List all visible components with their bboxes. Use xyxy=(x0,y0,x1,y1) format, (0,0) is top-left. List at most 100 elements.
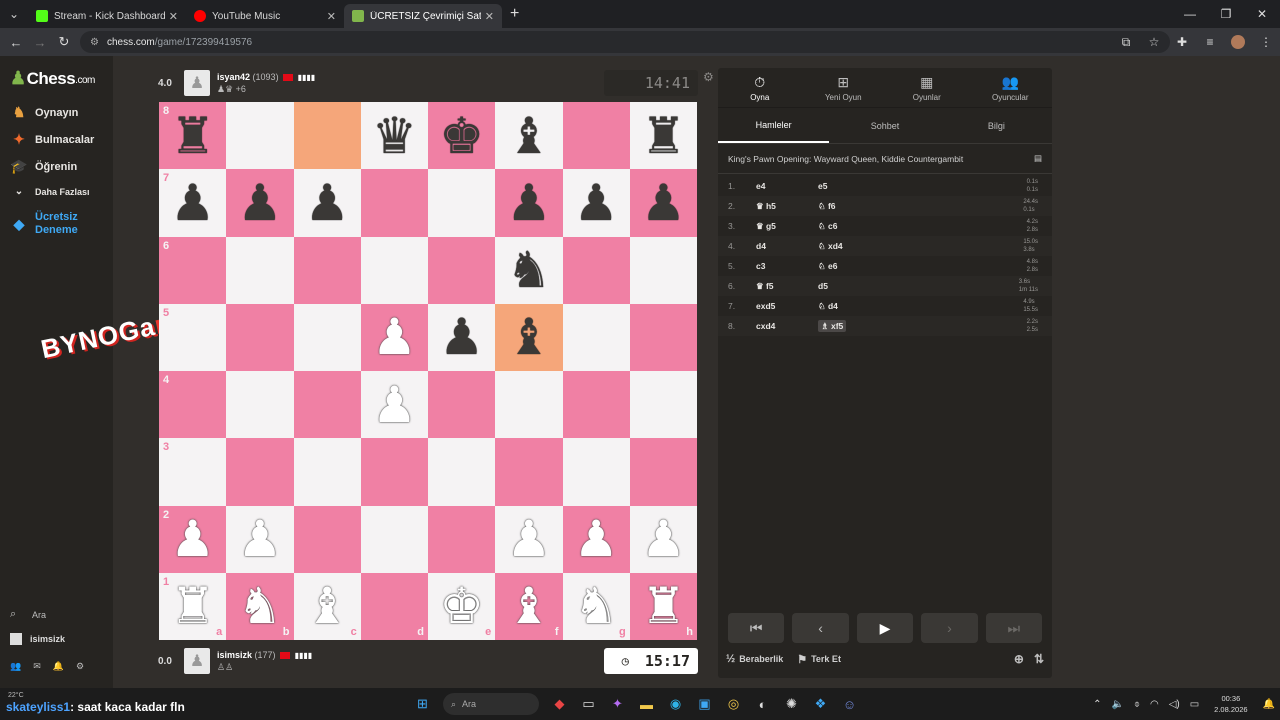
square-a2[interactable]: 2 ♟ xyxy=(159,505,227,573)
messages-icon[interactable]: ✉ xyxy=(33,661,41,672)
square-g6[interactable] xyxy=(562,236,630,304)
tab-new-game[interactable]: ⊞ Yeni Oyun xyxy=(802,68,886,107)
square-f3[interactable] xyxy=(495,438,563,506)
top-player-avatar[interactable]: ♟ xyxy=(184,70,210,96)
subtab-moves[interactable]: Hamleler xyxy=(718,108,830,143)
black-move[interactable]: ♘ d4 xyxy=(818,301,880,312)
subtab-info[interactable]: Bilgi xyxy=(941,108,1052,143)
minimize-icon[interactable]: — xyxy=(1172,0,1208,28)
black-pawn-icon[interactable]: ♟ xyxy=(305,178,350,228)
weather-widget[interactable]: 22°C xyxy=(8,692,24,699)
square-f5[interactable]: ♝ xyxy=(495,303,563,371)
media-controls-icon[interactable]: ≡ xyxy=(1196,35,1224,49)
square-b3[interactable] xyxy=(226,438,294,506)
sidebar-profile[interactable]: isimsizk xyxy=(10,633,65,645)
black-pawn-icon[interactable]: ♟ xyxy=(641,178,686,228)
file-explorer-icon[interactable]: ▬ xyxy=(632,688,661,720)
square-g5[interactable] xyxy=(562,303,630,371)
square-f2[interactable]: ♟ xyxy=(495,505,563,573)
tab-players[interactable]: 👥 Oyuncular xyxy=(969,68,1053,107)
white-pawn-icon[interactable]: ♟ xyxy=(506,514,551,564)
square-d3[interactable] xyxy=(360,438,428,506)
white-pawn-icon[interactable]: ♟ xyxy=(170,514,215,564)
resign-button[interactable]: ⚑ Terk Et xyxy=(797,653,841,666)
square-a1[interactable]: 1 a ♜ xyxy=(159,572,227,640)
flip-board-icon[interactable]: ⇅ xyxy=(1034,652,1044,666)
sidebar-item-more[interactable]: ⌄ Daha Fazlası xyxy=(10,186,90,197)
browser-menu-icon[interactable]: ⋮ xyxy=(1252,35,1280,49)
bottom-player-avatar[interactable]: ♟ xyxy=(184,648,210,674)
square-h7[interactable]: ♟ xyxy=(629,169,697,237)
wifi-icon[interactable]: ◠ xyxy=(1150,699,1159,710)
square-g2[interactable]: ♟ xyxy=(562,505,630,573)
square-d5[interactable]: ♟ xyxy=(360,303,428,371)
square-f8[interactable]: ♝ xyxy=(495,102,563,170)
square-a6[interactable]: 6 xyxy=(159,236,227,304)
square-g3[interactable] xyxy=(562,438,630,506)
friends-icon[interactable]: 👥 xyxy=(10,661,21,672)
white-bishop-icon[interactable]: ♝ xyxy=(305,581,350,631)
square-a4[interactable]: 4 xyxy=(159,371,227,439)
black-pawn-icon[interactable]: ♟ xyxy=(170,178,215,228)
chevron-up-icon[interactable]: ⌃ xyxy=(1093,699,1101,710)
black-queen-icon[interactable]: ♛ xyxy=(372,111,417,161)
new-tab-icon[interactable]: + xyxy=(510,5,519,23)
tab-games[interactable]: ▦ Oyunlar xyxy=(885,68,969,107)
next-move-button[interactable]: › xyxy=(921,613,978,643)
edge-icon[interactable]: ◉ xyxy=(661,688,690,720)
discord-icon[interactable]: ☺ xyxy=(835,688,864,720)
book-icon[interactable]: ▤ xyxy=(1034,153,1042,164)
black-bishop-icon[interactable]: ♝ xyxy=(506,312,551,362)
square-c6[interactable] xyxy=(293,236,361,304)
black-move[interactable]: d5 xyxy=(818,281,880,291)
square-e6[interactable] xyxy=(428,236,496,304)
square-e5[interactable]: ♟ xyxy=(428,303,496,371)
store-icon[interactable]: ▣ xyxy=(690,688,719,720)
square-c3[interactable] xyxy=(293,438,361,506)
white-pawn-icon[interactable]: ♟ xyxy=(641,514,686,564)
square-h5[interactable] xyxy=(629,303,697,371)
square-a7[interactable]: 7 ♟ xyxy=(159,169,227,237)
sidebar-item-learn[interactable]: 🎓 Öğrenin xyxy=(10,158,77,175)
taskbar-search[interactable]: ⌕ Ara xyxy=(443,693,539,715)
battery-icon[interactable]: ▭ xyxy=(1190,699,1199,710)
square-c4[interactable] xyxy=(293,371,361,439)
opening-name[interactable]: King's Pawn Opening: Wayward Queen, Kidd… xyxy=(728,154,963,164)
bottom-player-name[interactable]: isimsizk xyxy=(217,650,252,660)
square-e3[interactable] xyxy=(428,438,496,506)
square-d6[interactable] xyxy=(360,236,428,304)
square-b5[interactable] xyxy=(226,303,294,371)
previous-move-button[interactable]: ‹ xyxy=(792,613,849,643)
black-pawn-icon[interactable]: ♟ xyxy=(574,178,619,228)
sidebar-item-play[interactable]: ♞ Oynayın xyxy=(10,104,79,121)
profile-avatar[interactable] xyxy=(1231,35,1245,49)
white-move[interactable]: ♛ f5 xyxy=(756,281,818,292)
windows-start-icon[interactable]: ⊞ xyxy=(408,688,437,720)
last-move-button[interactable]: ⏭ xyxy=(985,613,1043,643)
white-pawn-icon[interactable]: ♟ xyxy=(574,514,619,564)
square-a3[interactable]: 3 xyxy=(159,438,227,506)
clock-date[interactable]: 00:36 2.08.2026 xyxy=(1214,693,1247,715)
square-d1[interactable]: d xyxy=(360,572,428,640)
play-button[interactable]: ▶ xyxy=(856,613,914,643)
forward-icon[interactable]: → xyxy=(28,35,52,50)
square-c8[interactable] xyxy=(293,102,361,170)
square-h2[interactable]: ♟ xyxy=(629,505,697,573)
white-move[interactable]: ♛ g5 xyxy=(756,221,818,232)
square-g8[interactable] xyxy=(562,102,630,170)
square-c2[interactable] xyxy=(293,505,361,573)
white-king-icon[interactable]: ♚ xyxy=(439,581,484,631)
browser-tab-chess[interactable]: ÜCRETSİZ Çevrimiçi Satranç Oy ✕ xyxy=(344,4,502,28)
black-pawn-icon[interactable]: ♟ xyxy=(506,178,551,228)
tab-play[interactable]: ⏱ Oyna xyxy=(718,68,802,107)
white-pawn-icon[interactable]: ♟ xyxy=(372,312,417,362)
square-d4[interactable]: ♟ xyxy=(360,371,428,439)
white-move[interactable]: cxd4 xyxy=(756,321,818,331)
square-c1[interactable]: c ♝ xyxy=(293,572,361,640)
square-e2[interactable] xyxy=(428,505,496,573)
sidebar-item-free-trial[interactable]: ◆ Ücretsiz Deneme xyxy=(10,211,78,237)
white-move[interactable]: ♛ h5 xyxy=(756,201,818,212)
close-window-icon[interactable]: ✕ xyxy=(1244,0,1280,28)
offer-draw-button[interactable]: ½ Beraberlik xyxy=(726,653,783,665)
square-h8[interactable]: ♜ xyxy=(629,102,697,170)
